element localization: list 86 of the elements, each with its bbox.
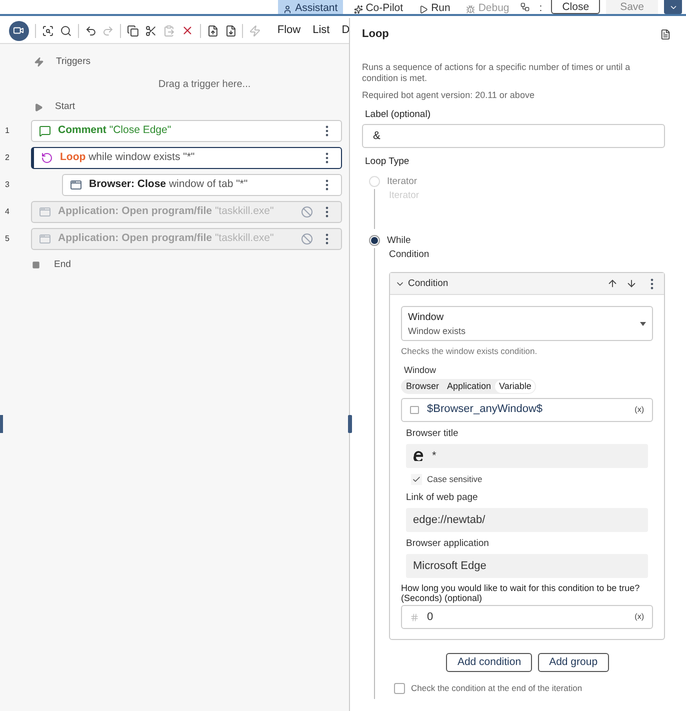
checkbox-label: Check the condition at the end of the iteration (411, 682, 582, 695)
help-icon[interactable] (660, 28, 671, 40)
top-bar-button[interactable]: Assistant (278, 0, 343, 14)
resize-handle[interactable] (348, 415, 352, 433)
checkbox[interactable] (411, 474, 422, 485)
panel-title: Loop (362, 27, 389, 42)
import-icon[interactable] (224, 24, 236, 36)
application-icon (39, 206, 51, 218)
add-button[interactable]: Add group (538, 653, 609, 672)
line-number: 1 (4, 124, 10, 136)
cut-icon[interactable] (145, 24, 157, 36)
step-text: Browser: Close window of tab "*" (89, 176, 248, 192)
number-icon (410, 612, 419, 622)
disabled-icon (301, 232, 313, 244)
checkbox[interactable] (394, 682, 405, 694)
line-number: 2 (4, 152, 10, 164)
disabled-icon (301, 206, 313, 218)
readonly-field: Microsoft Edge (406, 554, 648, 578)
video-camera-icon (13, 25, 24, 36)
line-number: 3 (4, 178, 10, 190)
view-tab[interactable]: D (342, 22, 349, 39)
copy-icon[interactable] (127, 24, 140, 36)
add-button[interactable]: Add condition (446, 653, 532, 672)
flow-step[interactable]: Loop while window exists "*" (31, 146, 342, 168)
condition-hint: Checks the window exists condition. (401, 345, 538, 358)
move-down-icon[interactable] (626, 278, 637, 290)
condition-type-select[interactable]: Window Window exists (401, 306, 653, 342)
panel-description: Runs a sequence of actions for a specific number of times or until a condition is met. (362, 62, 632, 84)
condition-header: Condition (408, 276, 448, 291)
step-text: Loop while window exists "*" (60, 150, 195, 165)
loop-icon (41, 152, 53, 164)
readonly-field: * (406, 444, 648, 468)
more-button[interactable]: : (536, 2, 546, 14)
radio-label: While (387, 234, 411, 248)
checkbox-label: Case sensitive (427, 472, 482, 486)
top-bar-button[interactable]: Co-Pilot (348, 0, 408, 14)
close-button[interactable]: Close (551, 0, 600, 14)
step-text: Application: Open program/file "taskkill.exe" (58, 230, 274, 246)
browser-logo-icon (413, 450, 424, 462)
segment-option[interactable]: Browser (402, 380, 444, 392)
start-icon (34, 102, 43, 112)
step-text: Application: Open program/file "taskkill.exe" (58, 204, 274, 219)
application-icon (39, 232, 51, 244)
comment-icon (39, 124, 51, 136)
field-label: Label (optional) (364, 108, 432, 122)
view-tab[interactable]: List (312, 22, 330, 39)
triggers-label: Triggers (56, 54, 90, 69)
export-icon[interactable] (206, 24, 219, 36)
flow-step[interactable]: Browser: Close window of tab "*" (62, 174, 342, 196)
flow-step[interactable]: Comment "Close Edge" (31, 120, 342, 142)
trigger-icon (34, 57, 44, 67)
search-icon[interactable] (60, 24, 72, 36)
field-label: Window (403, 364, 438, 377)
line-number: 5 (4, 232, 10, 244)
line-number: 4 (4, 206, 10, 218)
save-options-button[interactable] (664, 0, 682, 14)
segment-option[interactable]: Variable (495, 380, 536, 392)
field-label: Link of web page (406, 490, 479, 504)
field-label: Browser application (406, 536, 490, 551)
step-text: Comment "Close Edge" (58, 122, 172, 138)
move-up-icon[interactable] (607, 278, 618, 290)
top-bar-button[interactable]: Run (414, 0, 456, 14)
segment-option[interactable]: Application (443, 380, 496, 392)
trigger-hint: Drag a trigger here... (158, 78, 251, 92)
find-icon[interactable] (42, 24, 54, 36)
readonly-field: edge://newtab/ (406, 508, 648, 532)
record-button[interactable] (9, 20, 29, 40)
field-label: Browser title (406, 426, 460, 440)
resize-handle[interactable] (0, 415, 3, 433)
condition-label: Condition (389, 248, 430, 262)
start-label: Start (55, 100, 76, 114)
loop-type-label: Loop Type (364, 155, 410, 170)
radio-button[interactable] (369, 235, 380, 246)
wait-input[interactable]: 0 (x) (401, 605, 653, 629)
view-tab[interactable]: Flow (277, 22, 301, 39)
end-label: End (54, 258, 71, 272)
delete-icon[interactable] (180, 24, 194, 37)
end-icon (32, 261, 40, 269)
variable-field[interactable]: $Browser_anyWindow$ (x) (401, 398, 653, 422)
version-note: Required bot agent version: 20.11 or above (362, 88, 536, 102)
label-input[interactable]: & (362, 124, 665, 148)
radio-label: Iterator (387, 174, 418, 188)
browser-icon (70, 178, 82, 190)
field-label: How long you would like to wait for this condition to be true?(Seconds) (optional) (401, 583, 641, 603)
undo-icon[interactable] (84, 24, 96, 36)
flow-icon[interactable] (520, 2, 530, 12)
